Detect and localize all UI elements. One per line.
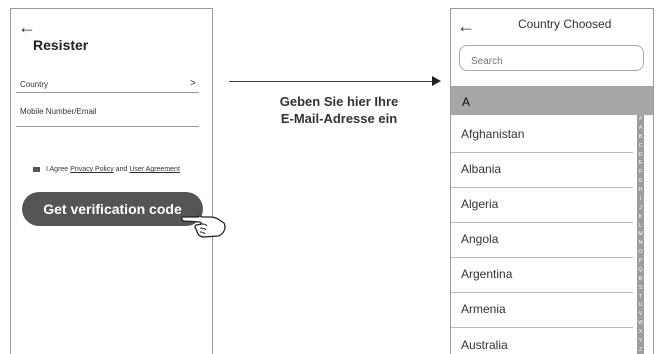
alphabet-index-letter[interactable]: # bbox=[637, 117, 644, 122]
divider bbox=[451, 187, 633, 188]
alphabet-index-letter[interactable]: X bbox=[637, 330, 644, 335]
alphabet-index-letter[interactable]: S bbox=[637, 285, 644, 291]
list-item-afghanistan[interactable]: Afghanistan bbox=[461, 127, 524, 141]
caption-line-1: Geben Sie hier Ihre bbox=[279, 94, 399, 109]
list-item-angola[interactable]: Angola bbox=[461, 232, 498, 246]
alphabet-index-letter[interactable]: T bbox=[637, 294, 644, 300]
divider bbox=[451, 257, 633, 258]
alphabet-index-scrollbar[interactable]: # A B C D E F G H I J K L M N O P Q R S T U V W X Y Z bbox=[637, 115, 644, 354]
agreement-row: I Agree Privacy Policy and User Agreemen… bbox=[33, 166, 180, 173]
user-agreement-link[interactable]: User Agreement bbox=[129, 166, 180, 173]
alphabet-index-letter[interactable]: V bbox=[637, 312, 644, 317]
country-picker-screen: ← Country Choosed A Afghanistan Albania … bbox=[450, 8, 654, 354]
alphabet-index-letter[interactable]: U bbox=[637, 303, 644, 308]
connector-line bbox=[229, 81, 433, 82]
and-text: and bbox=[115, 166, 128, 173]
agree-text: I Agree bbox=[46, 166, 69, 173]
alphabet-index-letter[interactable]: O bbox=[637, 250, 644, 255]
divider bbox=[451, 222, 633, 223]
list-item-albania[interactable]: Albania bbox=[461, 162, 501, 176]
country-selector[interactable]: Country > bbox=[20, 78, 202, 92]
alphabet-index-letter[interactable]: M bbox=[637, 232, 644, 237]
alphabet-index-letter[interactable]: A bbox=[637, 125, 644, 131]
list-item-australia[interactable]: Australia bbox=[461, 338, 508, 352]
instruction-caption: Geben Sie hier Ihre E-Mail-Adresse ein bbox=[246, 93, 432, 127]
list-item-algeria[interactable]: Algeria bbox=[461, 197, 498, 211]
pointing-hand-icon bbox=[181, 215, 226, 238]
alphabet-index-letter[interactable]: G bbox=[637, 179, 644, 184]
divider bbox=[451, 327, 633, 328]
divider bbox=[16, 126, 199, 127]
alphabet-index-letter[interactable]: H bbox=[637, 188, 644, 193]
mobile-email-field[interactable]: Mobile Number/Email bbox=[20, 107, 202, 116]
section-header: A bbox=[451, 86, 653, 115]
alphabet-index-letter[interactable]: P bbox=[637, 259, 644, 264]
caption-line-2: E-Mail-Adresse ein bbox=[280, 111, 398, 126]
page-title: Resister bbox=[33, 37, 89, 53]
alphabet-index-letter[interactable]: L bbox=[637, 223, 644, 229]
register-screen: ← Resister Country > Mobile Number/Email… bbox=[10, 8, 213, 354]
list-item-armenia[interactable]: Armenia bbox=[461, 302, 506, 316]
divider bbox=[16, 92, 199, 93]
search-input[interactable] bbox=[459, 45, 644, 71]
alphabet-index-letter[interactable]: D bbox=[637, 152, 644, 158]
back-arrow-icon[interactable]: ← bbox=[18, 18, 36, 36]
privacy-policy-link[interactable]: Privacy Policy bbox=[70, 166, 114, 173]
alphabet-index-letter[interactable]: Y bbox=[637, 338, 644, 344]
mobile-email-label: Mobile Number/Email bbox=[20, 107, 97, 116]
chevron-right-icon: > bbox=[190, 78, 196, 89]
page-title: Country Choosed bbox=[518, 17, 612, 31]
alphabet-index-letter[interactable]: C bbox=[637, 143, 644, 149]
alphabet-index-letter[interactable]: B bbox=[637, 134, 644, 140]
get-verification-code-button[interactable]: Get verification code bbox=[22, 192, 203, 226]
list-item-argentina[interactable]: Argentina bbox=[461, 267, 512, 281]
alphabet-index-letter[interactable]: K bbox=[637, 214, 644, 220]
divider bbox=[451, 152, 633, 153]
alphabet-index-letter[interactable]: F bbox=[637, 170, 644, 175]
alphabet-index-letter[interactable]: E bbox=[637, 161, 644, 166]
alphabet-index-letter[interactable]: W bbox=[637, 321, 644, 326]
country-label: Country bbox=[20, 80, 49, 89]
back-arrow-icon[interactable]: ← bbox=[457, 17, 475, 35]
section-letter: A bbox=[462, 95, 471, 109]
alphabet-index-letter[interactable]: N bbox=[637, 241, 644, 246]
alphabet-index-letter[interactable]: J bbox=[637, 205, 644, 211]
agree-checkbox[interactable] bbox=[33, 166, 40, 172]
alphabet-index-letter[interactable]: I bbox=[637, 196, 644, 202]
arrow-right-icon bbox=[432, 76, 441, 86]
divider bbox=[451, 292, 633, 293]
alphabet-index-letter[interactable]: Z bbox=[637, 347, 644, 353]
alphabet-index-letter[interactable]: R bbox=[637, 276, 644, 282]
alphabet-index-letter[interactable]: Q bbox=[637, 267, 644, 273]
